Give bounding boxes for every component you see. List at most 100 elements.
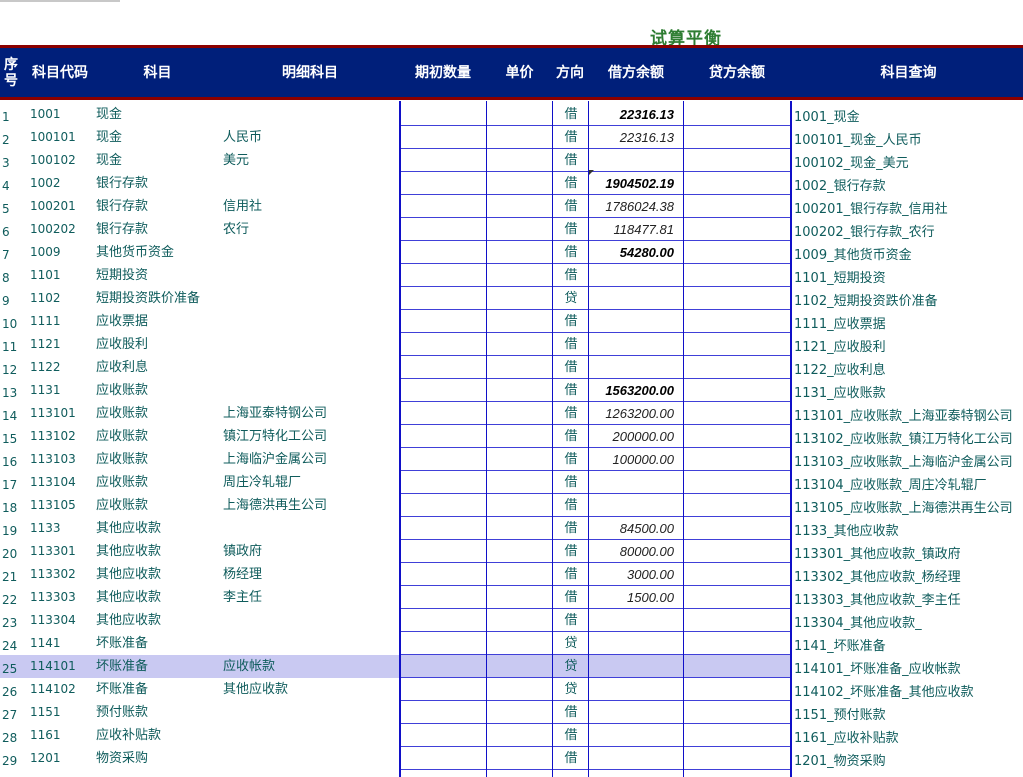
detail-account-cell[interactable]: 镇江万特化工公司 (223, 425, 398, 448)
credit-balance-cell[interactable] (685, 356, 789, 379)
table-row[interactable]: 2 100101 现金 人民币借 22316.13 100101_现金_人民币 (0, 126, 1023, 149)
unit-price-cell[interactable] (488, 425, 551, 448)
account-code-cell[interactable]: 100102 (30, 149, 94, 172)
header-seq[interactable]: 序号 (0, 48, 22, 97)
unit-price-cell[interactable] (488, 241, 551, 264)
opening-qty-cell[interactable] (401, 471, 485, 494)
credit-balance-cell[interactable] (685, 103, 789, 126)
credit-balance-cell[interactable] (685, 172, 789, 195)
account-code-cell[interactable]: 1009 (30, 241, 94, 264)
debit-balance-cell[interactable] (590, 333, 682, 356)
detail-account-cell[interactable]: 上海亚泰特钢公司 (223, 402, 398, 425)
detail-account-cell[interactable] (223, 241, 398, 264)
account-code-cell[interactable]: 1001 (30, 103, 94, 126)
opening-qty-cell[interactable] (401, 310, 485, 333)
unit-price-cell[interactable] (488, 724, 551, 747)
account-code-cell[interactable]: 1002 (30, 172, 94, 195)
unit-price-cell[interactable] (488, 333, 551, 356)
detail-account-cell[interactable] (223, 172, 398, 195)
account-code-cell[interactable]: 1101 (30, 264, 94, 287)
credit-balance-cell[interactable] (685, 678, 789, 701)
debit-balance-cell[interactable]: 1904502.19 (590, 172, 682, 195)
account-name-cell[interactable]: 应收账款 (96, 494, 221, 517)
account-name-cell[interactable]: 应收利息 (96, 356, 221, 379)
account-code-cell[interactable]: 113104 (30, 471, 94, 494)
detail-account-cell[interactable]: 信用社 (223, 195, 398, 218)
credit-balance-cell[interactable] (685, 540, 789, 563)
account-name-cell[interactable]: 其他货币资金 (96, 241, 221, 264)
table-row[interactable]: 26 114102 坏账准备 其他应收款贷 114102_坏账准备_其他应收款 (0, 678, 1023, 701)
account-code-cell[interactable]: 1133 (30, 517, 94, 540)
account-name-cell[interactable]: 现金 (96, 149, 221, 172)
account-code-cell[interactable]: 113103 (30, 448, 94, 471)
table-row[interactable]: 4 1002 银行存款借 1904502.19 1002_银行存款 (0, 172, 1023, 195)
direction-cell[interactable]: 借 (556, 747, 586, 770)
opening-qty-cell[interactable] (401, 425, 485, 448)
account-name-cell[interactable]: 应收账款 (96, 448, 221, 471)
header-debit[interactable]: 借方余额 (590, 48, 682, 97)
direction-cell[interactable]: 借 (556, 195, 586, 218)
unit-price-cell[interactable] (488, 701, 551, 724)
credit-balance-cell[interactable] (685, 471, 789, 494)
debit-balance-cell[interactable]: 22316.13 (590, 126, 682, 149)
detail-account-cell[interactable]: 上海德洪再生公司 (223, 494, 398, 517)
account-name-cell[interactable]: 应收票据 (96, 310, 221, 333)
direction-cell[interactable]: 借 (556, 586, 586, 609)
credit-balance-cell[interactable] (685, 287, 789, 310)
unit-price-cell[interactable] (488, 540, 551, 563)
opening-qty-cell[interactable] (401, 678, 485, 701)
table-row[interactable]: 12 1122 应收利息借 1122_应收利息 (0, 356, 1023, 379)
credit-balance-cell[interactable] (685, 425, 789, 448)
table-row[interactable]: 16 113103 应收账款 上海临沪金属公司借 100000.00 113103_应收账… (0, 448, 1023, 471)
debit-balance-cell[interactable]: 84500.00 (590, 517, 682, 540)
direction-cell[interactable]: 借 (556, 425, 586, 448)
unit-price-cell[interactable] (488, 310, 551, 333)
detail-account-cell[interactable] (223, 287, 398, 310)
unit-price-cell[interactable] (488, 402, 551, 425)
credit-balance-cell[interactable] (685, 241, 789, 264)
credit-balance-cell[interactable] (685, 264, 789, 287)
unit-price-cell[interactable] (488, 471, 551, 494)
account-code-cell[interactable]: 1131 (30, 379, 94, 402)
unit-price-cell[interactable] (488, 632, 551, 655)
opening-qty-cell[interactable] (401, 609, 485, 632)
debit-balance-cell[interactable]: 22316.13 (590, 103, 682, 126)
unit-price-cell[interactable] (488, 356, 551, 379)
account-name-cell[interactable]: 应收补贴款 (96, 724, 221, 747)
credit-balance-cell[interactable] (685, 724, 789, 747)
account-code-cell[interactable]: 113302 (30, 563, 94, 586)
table-row[interactable]: 13 1131 应收账款借 1563200.00 1131_应收账款 (0, 379, 1023, 402)
debit-balance-cell[interactable] (590, 264, 682, 287)
debit-balance-cell[interactable] (590, 609, 682, 632)
header-name[interactable]: 科目 (110, 48, 205, 97)
account-code-cell[interactable]: 1122 (30, 356, 94, 379)
account-query-cell[interactable]: 1201_物资采购 (794, 750, 1023, 773)
account-name-cell[interactable]: 其他应收款 (96, 563, 221, 586)
account-code-cell[interactable]: 100202 (30, 218, 94, 241)
opening-qty-cell[interactable] (401, 701, 485, 724)
debit-balance-cell[interactable]: 80000.00 (590, 540, 682, 563)
detail-account-cell[interactable] (223, 310, 398, 333)
opening-qty-cell[interactable] (401, 218, 485, 241)
account-name-cell[interactable]: 短期投资跌价准备 (96, 287, 221, 310)
direction-cell[interactable]: 借 (556, 241, 586, 264)
table-row[interactable]: 22 113303 其他应收款 李主任借 1500.00 113303_其他应收款_李主任 (0, 586, 1023, 609)
unit-price-cell[interactable] (488, 172, 551, 195)
direction-cell[interactable]: 借 (556, 540, 586, 563)
opening-qty-cell[interactable] (401, 586, 485, 609)
opening-qty-cell[interactable] (401, 540, 485, 563)
detail-account-cell[interactable] (223, 356, 398, 379)
credit-balance-cell[interactable] (685, 655, 789, 678)
table-row[interactable]: 27 1151 预付账款借 1151_预付账款 (0, 701, 1023, 724)
header-detail[interactable]: 明细科目 (260, 48, 360, 97)
account-name-cell[interactable]: 应收账款 (96, 402, 221, 425)
detail-account-cell[interactable]: 李主任 (223, 586, 398, 609)
detail-account-cell[interactable] (223, 103, 398, 126)
account-code-cell[interactable]: 1141 (30, 632, 94, 655)
direction-cell[interactable]: 借 (556, 310, 586, 333)
account-name-cell[interactable]: 坏账准备 (96, 678, 221, 701)
table-row[interactable]: 14 113101 应收账款 上海亚泰特钢公司借 1263200.00 113101_应收… (0, 402, 1023, 425)
unit-price-cell[interactable] (488, 563, 551, 586)
unit-price-cell[interactable] (488, 218, 551, 241)
table-row[interactable]: 18 113105 应收账款 上海德洪再生公司借 113105_应收账款_上海德洪再生公… (0, 494, 1023, 517)
